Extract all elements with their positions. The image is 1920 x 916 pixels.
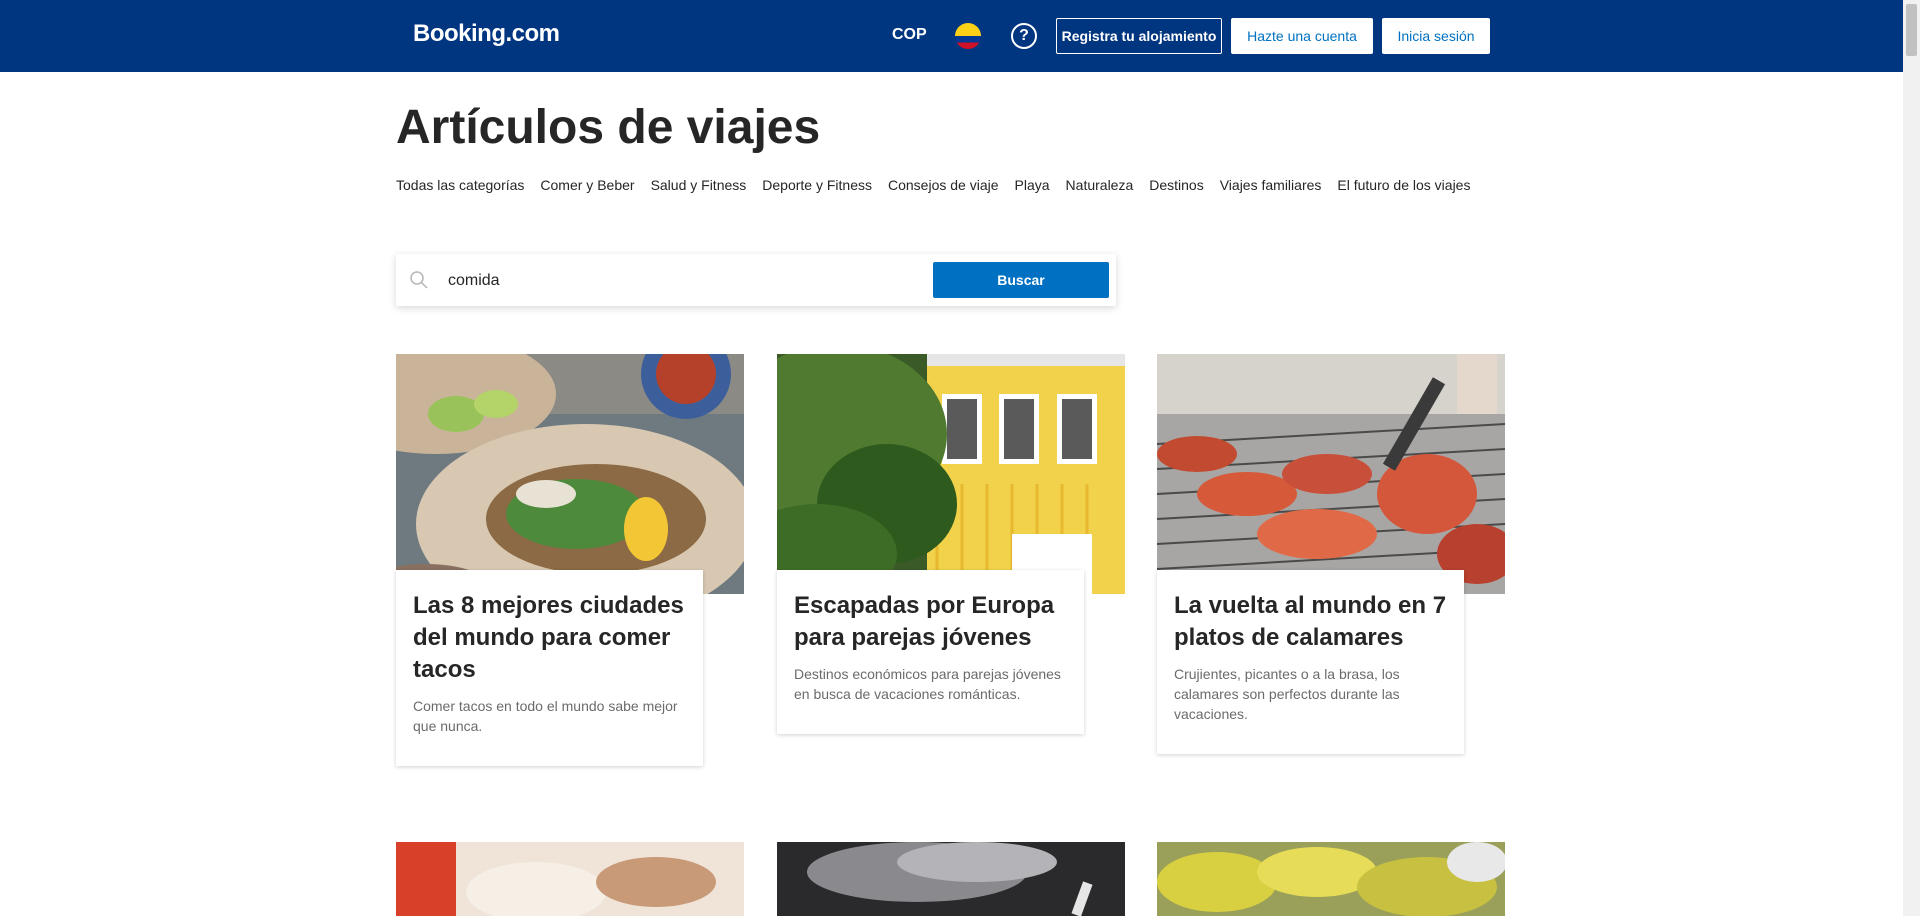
produce-market-photo[interactable] <box>1157 842 1505 916</box>
article-title[interactable]: Las 8 mejores ciudades del mundo para co… <box>413 590 686 686</box>
category-beach[interactable]: Playa <box>1015 177 1050 193</box>
restaurant-photo[interactable] <box>396 842 744 916</box>
search-bar: Buscar <box>396 254 1116 306</box>
register-property-button[interactable]: Registra tu alojamiento <box>1056 18 1222 54</box>
create-account-button[interactable]: Hazte una cuenta <box>1231 18 1373 54</box>
category-nav: Todas las categorías Comer y Beber Salud… <box>396 177 1470 193</box>
category-all[interactable]: Todas las categorías <box>396 177 524 193</box>
smoke-grill-photo[interactable] <box>777 842 1125 916</box>
grilled-squid-photo[interactable] <box>1157 354 1505 594</box>
category-sport-fitness[interactable]: Deporte y Fitness <box>762 177 872 193</box>
article-card[interactable]: Escapadas por Europa para parejas jóvene… <box>777 354 1125 804</box>
page-title: Artículos de viajes <box>396 101 821 154</box>
search-input[interactable] <box>446 264 820 298</box>
category-health-fitness[interactable]: Salud y Fitness <box>651 177 747 193</box>
top-header: Booking.com COP ? Registra tu alojamient… <box>0 0 1903 72</box>
article-title[interactable]: La vuelta al mundo en 7 platos de calama… <box>1174 590 1447 654</box>
article-description: Comer tacos en todo el mundo sabe mejor … <box>413 698 678 734</box>
category-food-drink[interactable]: Comer y Beber <box>540 177 634 193</box>
article-description: Destinos económicos para parejas jóvenes… <box>794 666 1061 702</box>
article-card[interactable]: Las 8 mejores ciudades del mundo para co… <box>396 354 744 804</box>
article-card-body: Las 8 mejores ciudades del mundo para co… <box>396 570 703 766</box>
currency-selector[interactable]: COP <box>892 26 927 44</box>
category-future-travel[interactable]: El futuro de los viajes <box>1337 177 1470 193</box>
article-card-body: Escapadas por Europa para parejas jóvene… <box>777 570 1084 734</box>
booking-logo[interactable]: Booking.com <box>413 20 560 48</box>
sign-in-button[interactable]: Inicia sesión <box>1382 18 1490 54</box>
category-nature[interactable]: Naturaleza <box>1066 177 1134 193</box>
tacos-photo[interactable] <box>396 354 744 594</box>
article-title[interactable]: Escapadas por Europa para parejas jóvene… <box>794 590 1067 654</box>
search-icon <box>410 271 428 289</box>
search-button[interactable]: Buscar <box>933 262 1109 298</box>
scrollbar-thumb[interactable] <box>1906 4 1917 56</box>
question-circle-icon[interactable]: ? <box>1011 23 1037 49</box>
category-family-travel[interactable]: Viajes familiares <box>1220 177 1322 193</box>
article-card-body: La vuelta al mundo en 7 platos de calama… <box>1157 570 1464 754</box>
page-scrollbar[interactable] <box>1903 0 1920 916</box>
category-destinations[interactable]: Destinos <box>1149 177 1203 193</box>
colombia-flag-icon[interactable] <box>955 23 981 49</box>
category-travel-tips[interactable]: Consejos de viaje <box>888 177 999 193</box>
article-description: Crujientes, picantes o a la brasa, los c… <box>1174 666 1400 722</box>
yellow-house-photo[interactable] <box>777 354 1125 594</box>
article-card[interactable]: La vuelta al mundo en 7 platos de calama… <box>1157 354 1505 804</box>
